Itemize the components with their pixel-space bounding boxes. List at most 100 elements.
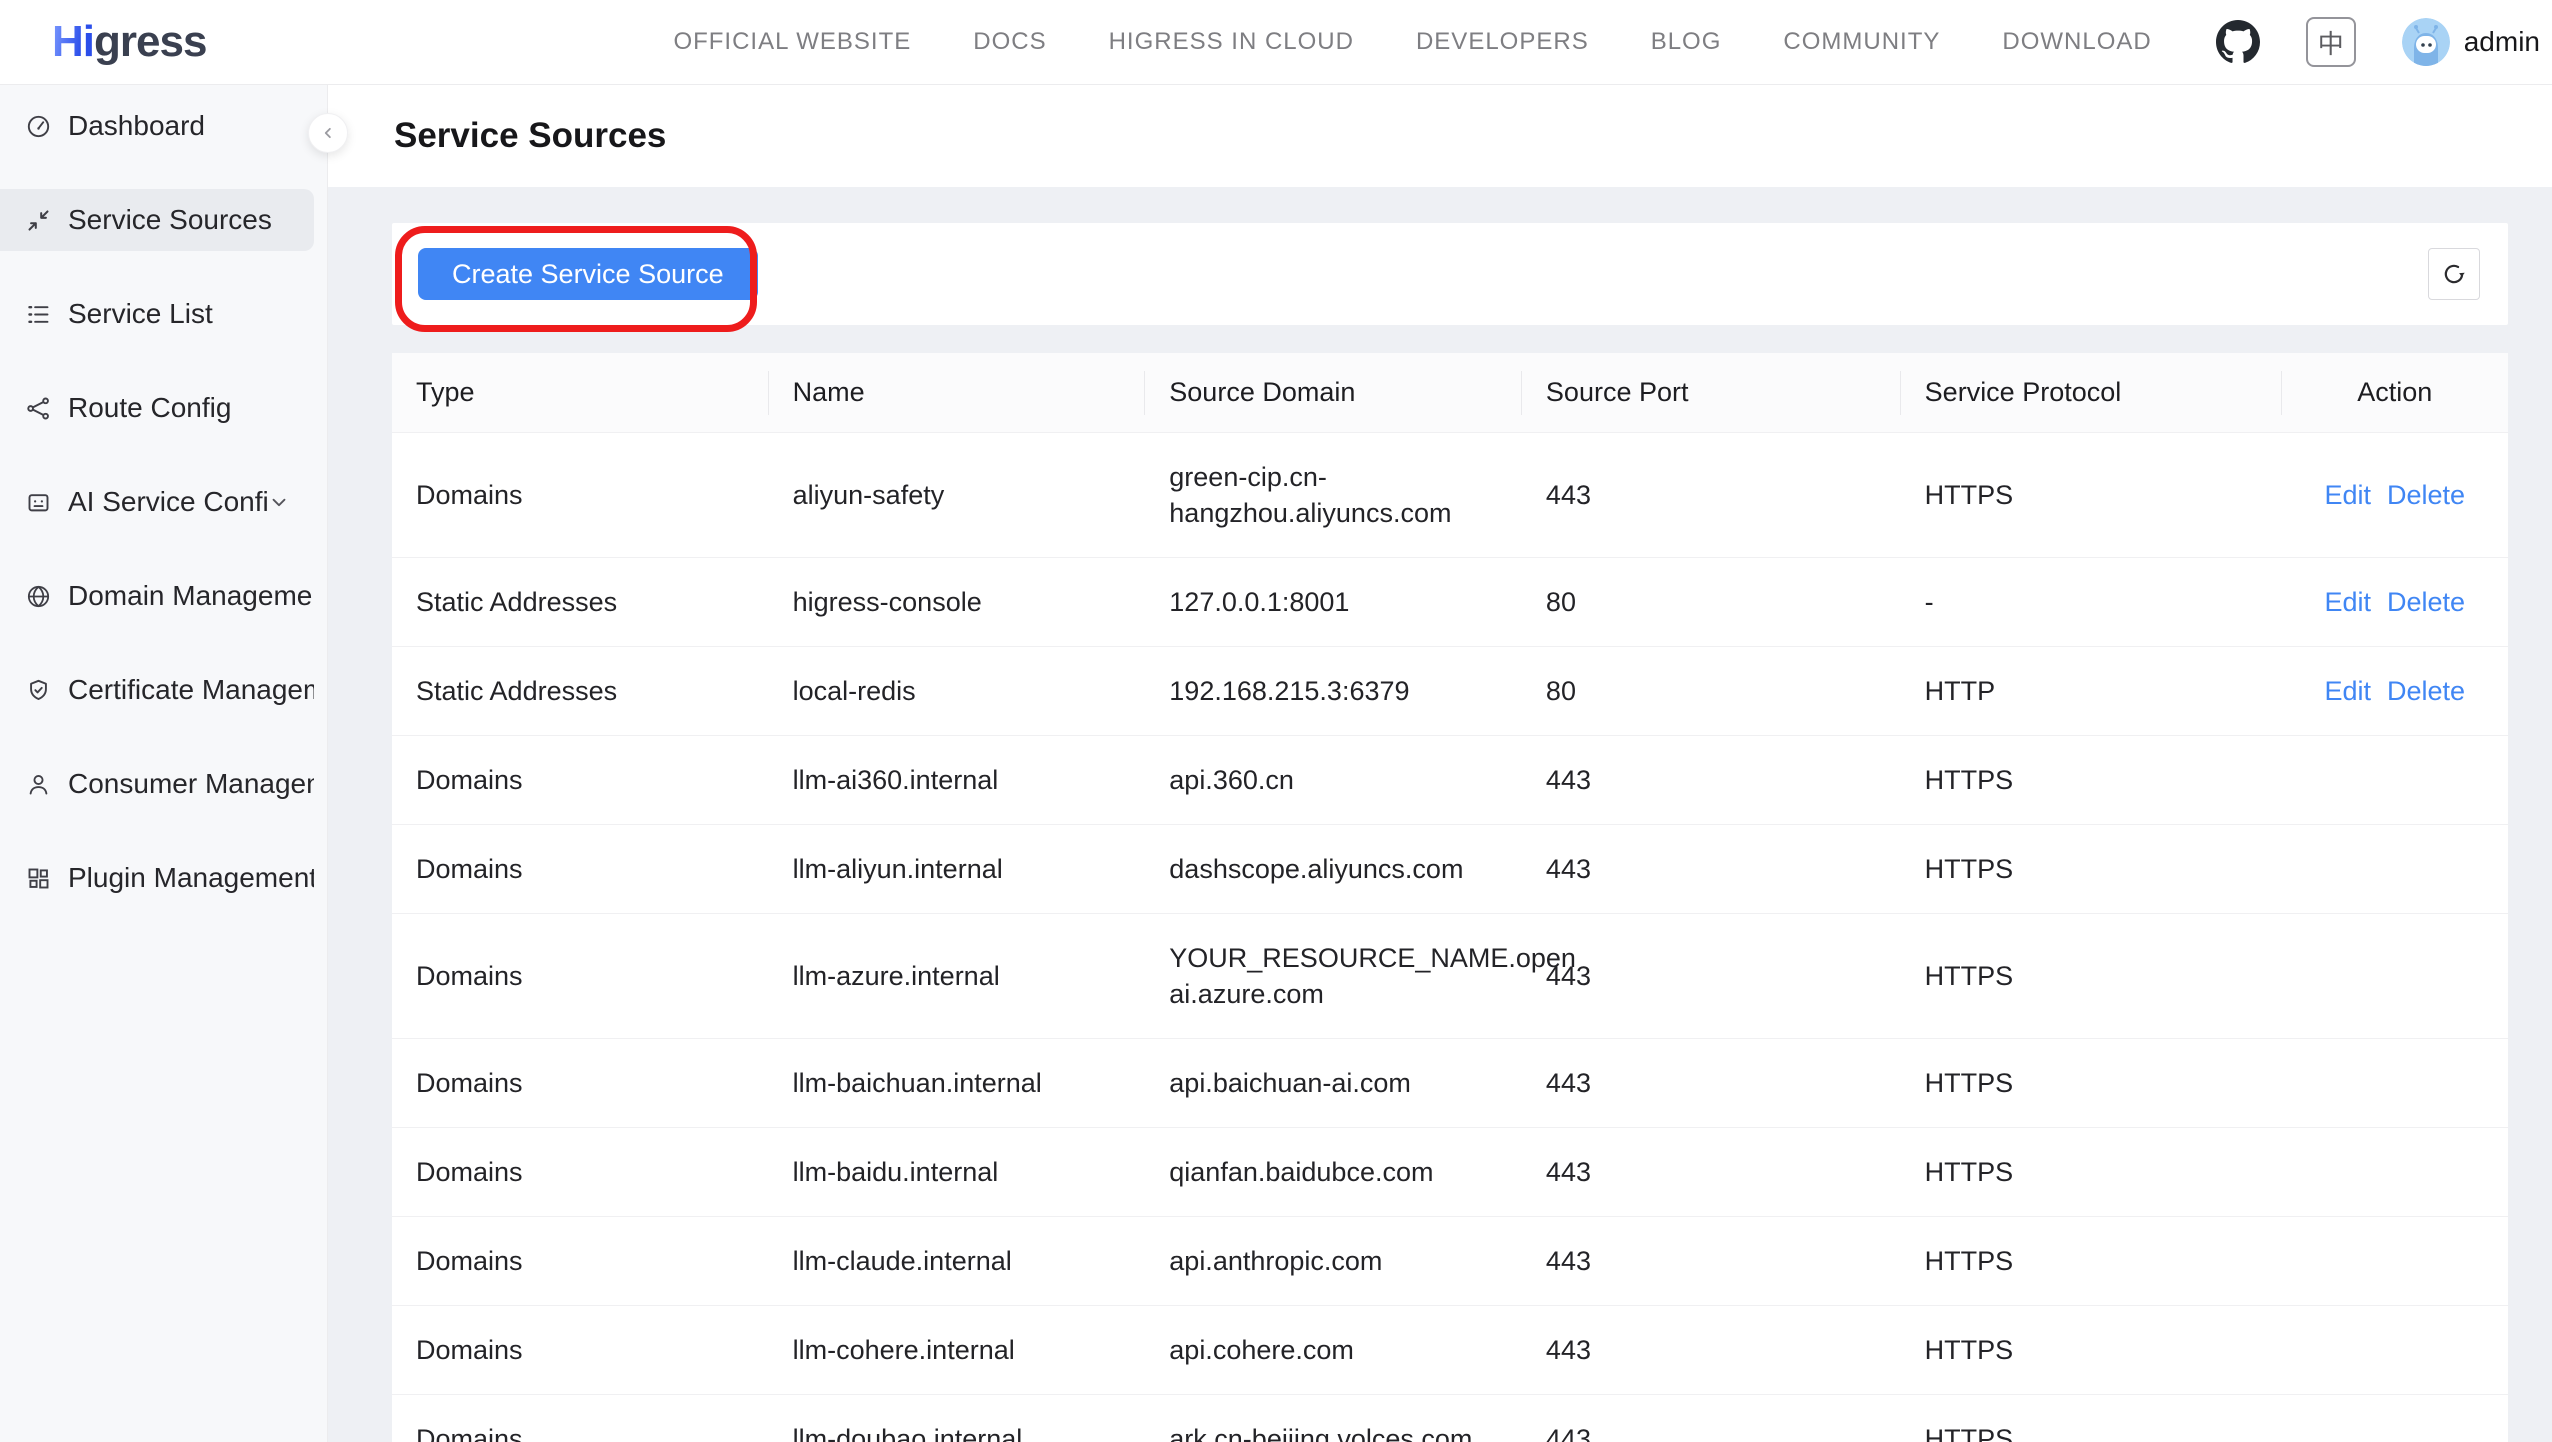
sidebar: Dashboard Service Sources Service List <box>0 85 328 1442</box>
source-domain-cell: 127.0.0.1:8001 <box>1145 558 1522 647</box>
nav-docs[interactable]: DOCS <box>973 28 1046 56</box>
column-header-service-protocol: Service Protocol <box>1901 353 2282 433</box>
sidebar-item-label: AI Service Config <box>68 486 268 518</box>
sidebar-item-certificate-management[interactable]: Certificate Management <box>0 659 314 721</box>
user-avatar <box>2402 18 2450 66</box>
edit-link[interactable]: Edit <box>2324 587 2371 617</box>
name-cell: llm-baichuan.internal <box>769 1039 1146 1128</box>
sidebar-item-label: Dashboard <box>68 110 205 142</box>
table-header: Type Name Source Domain Source Port Serv… <box>392 353 2508 433</box>
type-cell: Static Addresses <box>392 647 769 736</box>
table-body: Domains aliyun-safety green-cip.cn- hang… <box>392 433 2508 1442</box>
github-icon[interactable] <box>2216 20 2260 64</box>
chevron-down-icon <box>268 491 290 513</box>
sidebar-item-service-list[interactable]: Service List <box>0 283 314 345</box>
sidebar-item-dashboard[interactable]: Dashboard <box>0 95 314 157</box>
action-cell: Edit Delete <box>2282 558 2508 647</box>
main-area: Service Sources Create Service Source <box>328 85 2552 1442</box>
compress-arrows-icon <box>25 207 52 234</box>
source-port-cell: 443 <box>1522 1039 1901 1128</box>
nav-blog[interactable]: BLOG <box>1651 28 1722 56</box>
action-cell <box>2282 1039 2508 1128</box>
nav-community[interactable]: COMMUNITY <box>1783 28 1940 56</box>
nav-official-website[interactable]: OFFICIAL WEBSITE <box>673 28 911 56</box>
source-port-cell: 443 <box>1522 433 1901 558</box>
robot-icon <box>25 489 52 516</box>
table-row: Domains llm-aliyun.internal dashscope.al… <box>392 825 2508 914</box>
sidebar-item-domain-management[interactable]: Domain Management <box>0 565 314 627</box>
language-label: 中 <box>2318 24 2344 61</box>
edit-link[interactable]: Edit <box>2324 480 2371 510</box>
service-protocol-cell: HTTPS <box>1901 736 2282 825</box>
page-header: Service Sources <box>328 85 2552 187</box>
sidebar-item-label: Service Sources <box>68 204 272 236</box>
column-header-action: Action <box>2282 353 2508 433</box>
action-cell <box>2282 825 2508 914</box>
top-navbar: Higress OFFICIAL WEBSITE DOCS HIGRESS IN… <box>0 0 2552 85</box>
create-service-source-button[interactable]: Create Service Source <box>418 248 758 300</box>
table-row: Domains llm-doubao.internal ark.cn-beiji… <box>392 1395 2508 1442</box>
type-cell: Static Addresses <box>392 558 769 647</box>
type-cell: Domains <box>392 1039 769 1128</box>
user-icon <box>25 771 52 798</box>
service-protocol-cell: HTTPS <box>1901 1306 2282 1395</box>
source-domain-cell: 192.168.215.3:6379 <box>1145 647 1522 736</box>
type-cell: Domains <box>392 736 769 825</box>
delete-link[interactable]: Delete <box>2387 587 2465 617</box>
source-port-cell: 80 <box>1522 647 1901 736</box>
service-protocol-cell: - <box>1901 558 2282 647</box>
delete-link[interactable]: Delete <box>2387 676 2465 706</box>
page-title: Service Sources <box>394 116 666 156</box>
column-header-source-domain: Source Domain <box>1145 353 1522 433</box>
source-domain-cell: green-cip.cn- hangzhou.aliyuncs.com <box>1145 433 1522 558</box>
action-cell <box>2282 1395 2508 1442</box>
service-protocol-cell: HTTPS <box>1901 825 2282 914</box>
table-row: Static Addresses local-redis 192.168.215… <box>392 647 2508 736</box>
source-port-cell: 443 <box>1522 825 1901 914</box>
sidebar-item-service-sources[interactable]: Service Sources <box>0 189 314 251</box>
sidebar-item-consumer-management[interactable]: Consumer Management <box>0 753 314 815</box>
source-port-cell: 443 <box>1522 1217 1901 1306</box>
action-cell <box>2282 914 2508 1039</box>
language-toggle-button[interactable]: 中 <box>2306 17 2356 67</box>
column-header-name: Name <box>769 353 1146 433</box>
sidebar-collapse-button[interactable] <box>308 113 348 153</box>
nav-developers[interactable]: DEVELOPERS <box>1416 28 1589 56</box>
service-protocol-cell: HTTPS <box>1901 433 2282 558</box>
service-protocol-cell: HTTPS <box>1901 1128 2282 1217</box>
sidebar-item-route-config[interactable]: Route Config <box>0 377 314 439</box>
higress-logo: Higress <box>52 17 206 67</box>
source-port-cell: 443 <box>1522 1128 1901 1217</box>
source-domain-cell: dashscope.aliyuncs.com <box>1145 825 1522 914</box>
shield-check-icon <box>25 677 52 704</box>
sidebar-item-label: Consumer Management <box>68 768 314 800</box>
type-cell: Domains <box>392 433 769 558</box>
nav-higress-in-cloud[interactable]: HIGRESS IN CLOUD <box>1109 28 1354 56</box>
column-header-type: Type <box>392 353 769 433</box>
sidebar-item-label: Certificate Management <box>68 674 314 706</box>
user-menu[interactable]: admin <box>2402 18 2540 66</box>
edit-link[interactable]: Edit <box>2324 676 2371 706</box>
source-domain-cell: api.cohere.com <box>1145 1306 1522 1395</box>
name-cell: llm-ai360.internal <box>769 736 1146 825</box>
sidebar-item-label: Route Config <box>68 392 231 424</box>
nav-download[interactable]: DOWNLOAD <box>2002 28 2151 56</box>
dashboard-icon <box>25 113 52 140</box>
action-cell <box>2282 1306 2508 1395</box>
logo-gress: gress <box>94 17 206 66</box>
name-cell: llm-cohere.internal <box>769 1306 1146 1395</box>
sidebar-item-ai-service-config[interactable]: AI Service Config <box>0 471 314 533</box>
action-cell <box>2282 1217 2508 1306</box>
blocks-icon <box>25 865 52 892</box>
name-cell: local-redis <box>769 647 1146 736</box>
source-domain-cell: ark.cn-beijing.volces.com <box>1145 1395 1522 1442</box>
sidebar-item-label: Domain Management <box>68 580 314 612</box>
name-cell: llm-claude.internal <box>769 1217 1146 1306</box>
refresh-button[interactable] <box>2428 248 2480 300</box>
sidebar-item-plugin-management[interactable]: Plugin Management <box>0 847 314 909</box>
table-row: Static Addresses higress-console 127.0.0… <box>392 558 2508 647</box>
delete-link[interactable]: Delete <box>2387 480 2465 510</box>
action-cell: Edit Delete <box>2282 647 2508 736</box>
chevron-left-icon <box>319 124 337 142</box>
action-cell <box>2282 1128 2508 1217</box>
